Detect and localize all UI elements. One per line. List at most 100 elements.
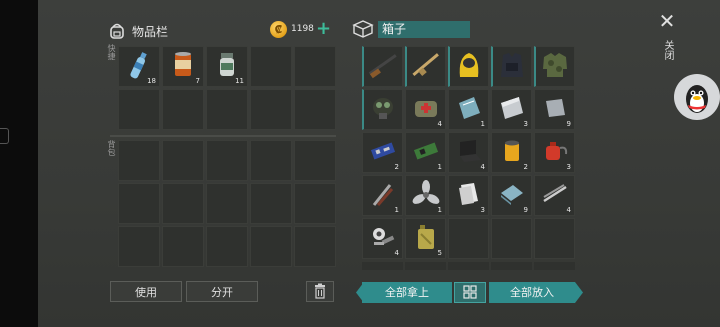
empty-slot[interactable] (448, 218, 489, 259)
empty-slot[interactable] (206, 89, 248, 130)
coin-count: 1198 (291, 24, 314, 34)
item-slot[interactable]: 1 (362, 175, 403, 216)
empty-slot[interactable] (162, 183, 204, 224)
item-count: 18 (147, 77, 156, 85)
item-slot[interactable]: 4 (534, 175, 575, 216)
camo-jacket-icon (540, 49, 570, 85)
item-count: 4 (566, 206, 571, 214)
take-all-button[interactable]: 全部拿上 (362, 282, 452, 303)
metal-plate-icon (540, 93, 570, 127)
empty-slot[interactable] (250, 140, 292, 181)
item-slot[interactable]: 1 (448, 89, 489, 130)
empty-slot[interactable] (118, 89, 160, 130)
use-button[interactable]: 使用 (110, 281, 182, 302)
divider (110, 135, 336, 137)
inventory-title: 物品栏 (132, 24, 169, 39)
hazmat-hood-icon (454, 49, 484, 85)
empty-slot[interactable] (294, 140, 336, 181)
box-grid: 4 1 3 9 2 1 4 2 3 1 1 3 9 4 4 5 (362, 46, 575, 259)
add-coins-button[interactable]: + (316, 18, 331, 40)
medkit-bag-icon (411, 93, 441, 127)
empty-slot[interactable] (250, 89, 292, 130)
empty-slot[interactable] (162, 226, 204, 267)
put-all-button[interactable]: 全部放入 (489, 282, 575, 303)
item-count: 2 (523, 163, 528, 171)
empty-slot[interactable] (206, 226, 248, 267)
close-icon[interactable]: ✕ (656, 10, 678, 32)
backpack-grid (118, 140, 336, 267)
oil-filter-icon (497, 136, 527, 170)
item-slot[interactable]: 1 (405, 132, 446, 173)
quick-slot-grid: 18 7 11 (118, 46, 336, 130)
empty-slot[interactable] (206, 140, 248, 181)
item-slot[interactable]: 4 (362, 218, 403, 259)
box-header: 箱子 (352, 20, 470, 38)
canned-food-icon (170, 50, 196, 84)
item-count: 3 (523, 120, 528, 128)
empty-slot[interactable] (294, 89, 336, 130)
empty-slot[interactable] (534, 218, 575, 259)
item-count: 4 (394, 249, 399, 257)
tools-icon (368, 179, 398, 213)
item-count: 2 (394, 163, 399, 171)
bag-label: 背包 (107, 140, 116, 156)
item-slot[interactable]: 4 (448, 132, 489, 173)
item-slot[interactable]: 11 (206, 46, 248, 87)
item-count: 1 (394, 206, 399, 214)
jerrycan-icon (411, 222, 441, 256)
empty-slot[interactable] (118, 226, 160, 267)
coin-icon: ₡ (270, 21, 287, 38)
empty-slot[interactable] (294, 46, 336, 87)
empty-slot[interactable] (162, 89, 204, 130)
shotgun-icon (365, 50, 401, 84)
split-button[interactable]: 分开 (186, 281, 258, 302)
item-slot[interactable]: 3 (534, 132, 575, 173)
item-slot[interactable]: 7 (162, 46, 204, 87)
item-count: 3 (480, 206, 485, 214)
box-grid-overflow-row (362, 262, 575, 270)
item-slot[interactable]: 2 (491, 132, 532, 173)
empty-slot[interactable] (250, 226, 292, 267)
sort-button[interactable] (454, 282, 486, 303)
item-slot[interactable] (362, 46, 403, 87)
trash-button[interactable] (306, 281, 334, 302)
propeller-icon (411, 179, 441, 213)
item-count: 4 (437, 120, 442, 128)
item-slot[interactable]: 2 (362, 132, 403, 173)
qq-penguin-icon[interactable] (674, 74, 720, 120)
item-slot[interactable]: 3 (448, 175, 489, 216)
green-board-icon (411, 136, 441, 170)
glass-sheet-icon (454, 93, 484, 127)
steel-plate-icon (497, 93, 527, 127)
item-slot[interactable]: 9 (534, 89, 575, 130)
item-slot[interactable] (405, 46, 446, 87)
item-slot[interactable] (448, 46, 489, 87)
item-slot[interactable]: 4 (405, 89, 446, 130)
empty-slot[interactable] (491, 218, 532, 259)
item-slot[interactable]: 18 (118, 46, 160, 87)
item-slot[interactable]: 1 (405, 175, 446, 216)
empty-slot[interactable] (294, 183, 336, 224)
close-label[interactable]: 关闭 (661, 40, 673, 60)
item-slot[interactable] (491, 46, 532, 87)
empty-slot[interactable] (162, 140, 204, 181)
empty-slot[interactable] (250, 183, 292, 224)
item-slot[interactable] (362, 89, 403, 130)
empty-slot[interactable] (206, 183, 248, 224)
empty-slot[interactable] (118, 140, 160, 181)
item-slot[interactable]: 5 (405, 218, 446, 259)
parts-pile-icon (368, 222, 398, 256)
item-slot[interactable]: 9 (491, 175, 532, 216)
item-count: 1 (437, 163, 442, 171)
empty-slot[interactable] (294, 226, 336, 267)
item-count: 1 (480, 120, 485, 128)
item-slot[interactable]: 3 (491, 89, 532, 130)
item-slot[interactable] (534, 46, 575, 87)
circuit-board-icon (368, 136, 398, 170)
empty-slot[interactable] (118, 183, 160, 224)
drawer-handle[interactable] (0, 128, 9, 144)
empty-slot[interactable] (250, 46, 292, 87)
laptop-icon (454, 136, 484, 170)
tactical-vest-icon (497, 49, 527, 85)
box-title: 箱子 (378, 20, 470, 38)
